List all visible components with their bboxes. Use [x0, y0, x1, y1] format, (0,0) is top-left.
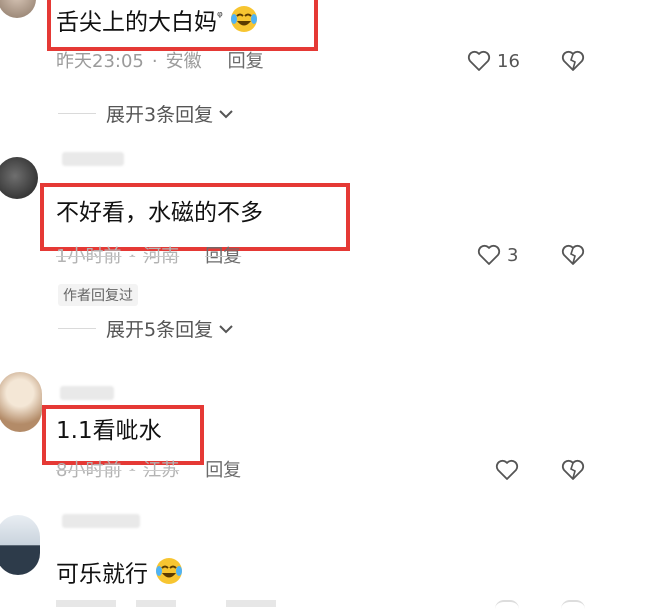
like-count: 16 — [497, 50, 520, 72]
like-count: 3 — [507, 244, 519, 266]
divider — [58, 113, 96, 114]
broken-heart-icon — [561, 50, 585, 71]
comment-meta-cropped — [56, 600, 316, 607]
avatar[interactable] — [0, 157, 38, 199]
broken-heart-icon — [561, 244, 585, 265]
dislike-button[interactable] — [561, 600, 585, 609]
username[interactable] — [62, 514, 140, 528]
reply-button[interactable]: 回复 — [205, 460, 241, 481]
broken-heart-icon — [561, 459, 585, 480]
dislike-button[interactable] — [561, 50, 585, 76]
avatar[interactable] — [0, 372, 42, 432]
like-button[interactable] — [495, 459, 519, 481]
author-replied-badge: 作者回复过 — [58, 284, 138, 306]
like-button[interactable] — [495, 600, 519, 609]
divider — [58, 328, 96, 329]
comment-text: 舌尖上的大白妈ᵠ — [56, 2, 258, 41]
like-button[interactable]: 3 — [477, 244, 518, 266]
like-button[interactable]: 16 — [467, 50, 520, 72]
dislike-button[interactable] — [561, 244, 585, 270]
heart-icon — [467, 50, 491, 71]
chevron-down-icon — [219, 109, 233, 118]
comment-text: 可乐就行 — [56, 557, 183, 593]
expand-replies-button[interactable]: 展开3条回复 — [58, 100, 235, 127]
username[interactable] — [60, 386, 114, 400]
heart-icon — [495, 459, 519, 480]
chevron-down-icon — [219, 324, 233, 333]
avatar[interactable] — [0, 515, 40, 575]
comment-meta: 8小时前 · 江苏 回复 — [56, 460, 242, 481]
dislike-button[interactable] — [561, 459, 585, 485]
laugh-cry-emoji-icon — [230, 5, 258, 41]
comment-meta: 昨天23:05 · 安徽 回复 — [56, 51, 264, 72]
username[interactable] — [62, 152, 124, 166]
comment-meta: 1小时前 · 河南 回复 — [56, 246, 242, 267]
expand-replies-button[interactable]: 展开5条回复 — [58, 315, 235, 342]
comment-text: 不好看，水磁的不多 — [56, 200, 263, 226]
reply-button[interactable]: 回复 — [228, 51, 264, 72]
comment-text: 1.1看呲水 — [56, 418, 162, 444]
reply-button[interactable]: 回复 — [205, 246, 241, 267]
avatar[interactable] — [0, 0, 36, 18]
heart-icon — [477, 244, 501, 265]
laugh-cry-emoji-icon — [155, 557, 183, 593]
